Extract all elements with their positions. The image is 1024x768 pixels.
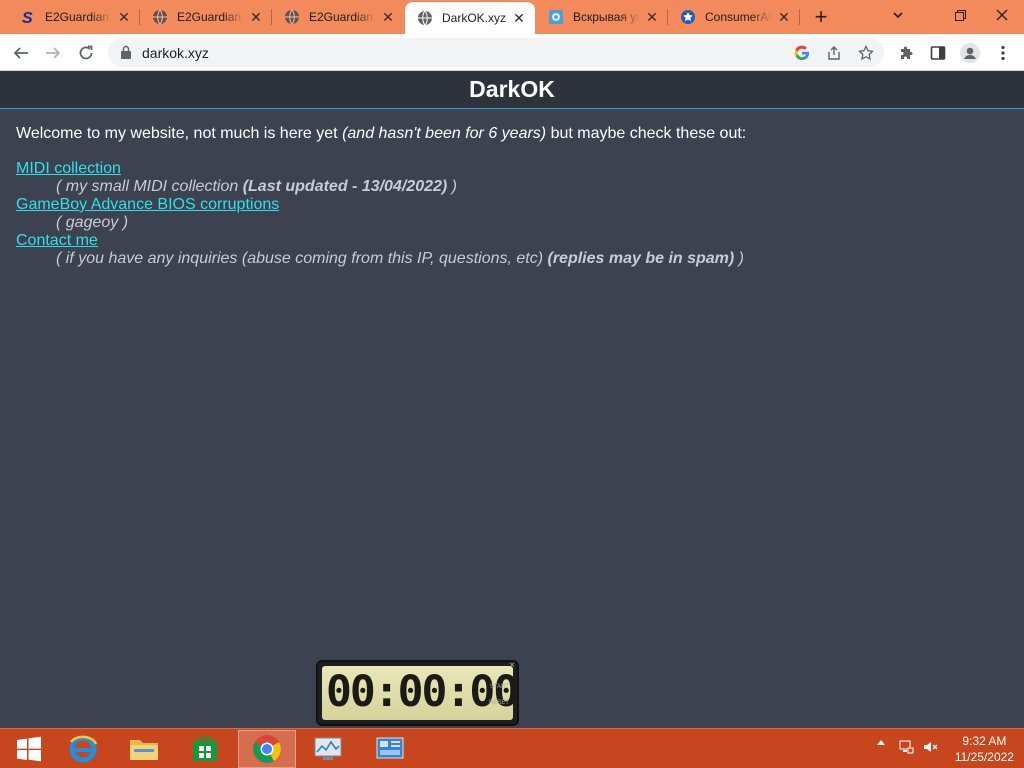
reload-icon[interactable] xyxy=(73,40,99,66)
extensions-puzzle-icon[interactable] xyxy=(893,40,919,66)
tab-title: E2Guardian - xyxy=(309,10,376,24)
desc-text: ( if you have any inquiries (abuse comin… xyxy=(56,250,548,267)
tab-title: E2Guardian xyxy=(45,10,110,24)
intro-text: Welcome to my website, not much is here … xyxy=(16,124,1006,144)
url-text: darkok.xyz xyxy=(142,45,209,61)
kebab-menu-icon[interactable] xyxy=(990,40,1016,66)
gear-favicon xyxy=(548,9,564,25)
reset-button[interactable]: RESET xyxy=(489,700,509,706)
desc-text: ( gageoy ) xyxy=(56,214,129,231)
close-tab-icon[interactable]: ✕ xyxy=(380,9,396,25)
tab-darkok[interactable]: DarkOK.xyz ✕ xyxy=(405,2,535,34)
contact-me-link[interactable]: Contact me xyxy=(16,232,98,250)
close-tab-icon[interactable]: ✕ xyxy=(511,10,527,26)
globe-icon xyxy=(152,9,168,25)
list-item: Contact me ( if you have any inquiries (… xyxy=(16,232,1006,268)
site-header: DarkOK xyxy=(0,71,1024,109)
intro-italic: (and hasn't been for 6 years) xyxy=(342,125,547,142)
badge-favicon xyxy=(680,9,696,25)
close-tab-icon[interactable]: ✕ xyxy=(248,9,264,25)
show-hidden-icons-arrow-icon[interactable] xyxy=(874,739,888,745)
store-icon[interactable] xyxy=(176,730,234,768)
side-panel-icon[interactable] xyxy=(925,40,951,66)
entry-description: ( if you have any inquiries (abuse comin… xyxy=(16,250,1006,268)
timer-widget[interactable]: 00:00:00 START RESET × xyxy=(316,660,519,726)
timer-close-icon[interactable]: × xyxy=(509,660,515,671)
lock-icon[interactable] xyxy=(120,45,132,64)
forward-arrow-icon[interactable] xyxy=(40,40,66,66)
new-tab-button[interactable]: + xyxy=(808,4,834,29)
resource-monitor-icon[interactable] xyxy=(299,730,357,768)
clock-time: 9:32 AM xyxy=(962,734,1007,748)
desc-bold: (Last updated - 13/04/2022) xyxy=(242,178,448,195)
close-window-icon[interactable] xyxy=(980,0,1024,30)
control-panel-icon[interactable] xyxy=(361,730,419,768)
file-explorer-icon[interactable] xyxy=(115,730,173,768)
gba-bios-link[interactable]: GameBoy Advance BIOS corruptions xyxy=(16,196,279,214)
tab-e2guardian-1[interactable]: S E2Guardian ✕ xyxy=(8,0,140,34)
list-item: MIDI collection ( my small MIDI collecti… xyxy=(16,160,1006,196)
tab-search-icon[interactable] xyxy=(876,0,920,30)
site-title: DarkOK xyxy=(469,76,555,102)
profile-avatar-icon[interactable] xyxy=(957,40,983,66)
s-logo-icon: S xyxy=(20,9,36,25)
volume-muted-icon[interactable] xyxy=(920,739,940,755)
midi-collection-link[interactable]: MIDI collection xyxy=(16,160,121,178)
tab-title: DarkOK.xyz xyxy=(442,11,507,25)
windows-taskbar: 9:32 AM 11/25/2022 xyxy=(0,728,1024,768)
globe-icon xyxy=(417,10,433,26)
close-tab-icon[interactable]: ✕ xyxy=(116,9,132,25)
tab-e2guardian-2[interactable]: E2Guardian - ✕ xyxy=(140,0,272,34)
desc-text: ) xyxy=(447,178,457,195)
tab-e2guardian-3[interactable]: E2Guardian - ✕ xyxy=(272,0,404,34)
close-tab-icon[interactable]: ✕ xyxy=(644,9,660,25)
intro-part: but maybe check these out: xyxy=(546,125,747,142)
internet-explorer-icon[interactable] xyxy=(54,730,112,768)
tab-title: Вскрывая уп xyxy=(573,10,640,24)
share-icon[interactable] xyxy=(824,43,844,63)
page-content: Welcome to my website, not much is here … xyxy=(16,124,1006,268)
tab-vskryvaya[interactable]: Вскрывая уп ✕ xyxy=(536,0,668,34)
svg-text:S: S xyxy=(22,10,33,25)
link-list: MIDI collection ( my small MIDI collecti… xyxy=(16,160,1006,268)
desc-text: ) xyxy=(734,250,745,267)
network-icon[interactable] xyxy=(896,739,916,755)
clock-date: 11/25/2022 xyxy=(954,750,1014,764)
close-tab-icon[interactable]: ✕ xyxy=(776,9,792,25)
tab-title: ConsumerAff xyxy=(705,10,772,24)
desc-text: ( my small MIDI collection xyxy=(56,178,243,195)
entry-description: ( my small MIDI collection (Last updated… xyxy=(16,178,1006,196)
tab-strip: S E2Guardian ✕ E2Guardian - ✕ E2Guardian… xyxy=(0,0,1024,34)
globe-icon xyxy=(284,9,300,25)
timer-display: 00:00:00 START RESET xyxy=(322,666,519,720)
system-clock[interactable]: 9:32 AM 11/25/2022 xyxy=(955,733,1014,765)
browser-toolbar: darkok.xyz xyxy=(0,34,1024,71)
list-item: GameBoy Advance BIOS corruptions ( gageo… xyxy=(16,196,1006,232)
google-icon[interactable] xyxy=(792,43,812,63)
start-button-windows-icon[interactable] xyxy=(0,730,58,768)
tab-title: E2Guardian - xyxy=(177,10,244,24)
tab-consumeraff[interactable]: ConsumerAff ✕ xyxy=(668,0,800,34)
address-bar[interactable]: darkok.xyz xyxy=(108,38,884,67)
back-arrow-icon[interactable] xyxy=(8,40,34,66)
timer-digits: 00:00:00 xyxy=(326,667,519,717)
desc-bold: (replies may be in spam) xyxy=(547,250,735,267)
start-button[interactable]: START xyxy=(490,684,509,690)
chrome-icon[interactable] xyxy=(238,730,296,768)
entry-description: ( gageoy ) xyxy=(16,214,1006,232)
restore-window-icon[interactable] xyxy=(938,0,982,30)
bookmark-star-icon[interactable] xyxy=(856,43,876,63)
intro-part: Welcome to my website, not much is here … xyxy=(16,125,343,142)
